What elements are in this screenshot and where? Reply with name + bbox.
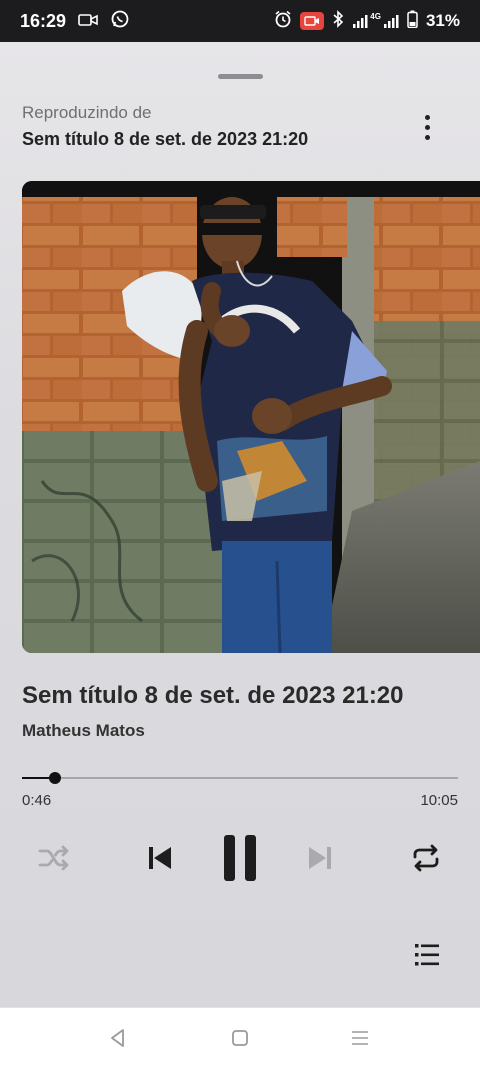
drag-handle[interactable] bbox=[218, 74, 263, 79]
video-call-icon bbox=[78, 11, 98, 32]
recents-icon bbox=[352, 1031, 368, 1045]
album-art-image bbox=[22, 181, 480, 653]
more-options-button[interactable] bbox=[412, 110, 442, 144]
progress-thumb[interactable] bbox=[49, 772, 62, 784]
back-icon bbox=[111, 1029, 124, 1047]
network-type: 4G bbox=[370, 12, 381, 21]
progress-bar[interactable] bbox=[22, 772, 458, 784]
elapsed-time: 0:46 bbox=[22, 792, 52, 809]
queue-list-icon bbox=[415, 944, 439, 966]
pause-button[interactable] bbox=[216, 830, 264, 886]
alarm-icon bbox=[274, 10, 292, 33]
nav-back-button[interactable] bbox=[106, 1026, 130, 1050]
repeat-icon bbox=[413, 844, 439, 872]
nav-home-button[interactable] bbox=[228, 1026, 252, 1050]
system-nav-bar bbox=[0, 1007, 480, 1067]
bluetooth-icon bbox=[332, 9, 344, 33]
skip-previous-icon bbox=[149, 847, 171, 869]
status-time: 16:29 bbox=[20, 10, 67, 31]
shuffle-button[interactable] bbox=[34, 840, 74, 876]
track-artist[interactable]: Matheus Matos bbox=[22, 721, 145, 741]
total-duration: 10:05 bbox=[420, 792, 458, 809]
battery-level: 31% bbox=[425, 11, 460, 30]
skip-next-icon bbox=[309, 847, 331, 869]
album-art bbox=[22, 181, 480, 653]
nav-recents-button[interactable] bbox=[348, 1026, 372, 1050]
previous-button[interactable] bbox=[140, 840, 180, 876]
whatsapp-icon bbox=[110, 9, 130, 34]
queue-button[interactable] bbox=[410, 940, 444, 970]
more-vertical-icon bbox=[424, 114, 430, 120]
playing-from-label: Reproduzindo de bbox=[22, 103, 152, 122]
repeat-button[interactable] bbox=[406, 840, 446, 876]
playing-from-title[interactable]: Sem título 8 de set. de 2023 21:20 bbox=[22, 129, 308, 150]
battery-icon bbox=[407, 10, 418, 33]
status-bar: 16:29 4G 31% bbox=[0, 0, 480, 42]
pause-icon bbox=[224, 835, 256, 881]
track-title: Sem título 8 de set. de 2023 21:20 bbox=[22, 682, 404, 709]
home-icon bbox=[232, 1030, 248, 1046]
now-playing-sheet: Reproduzindo de Sem título 8 de set. de … bbox=[0, 42, 480, 1007]
shuffle-icon bbox=[38, 845, 69, 871]
next-button[interactable] bbox=[300, 840, 340, 876]
signal-icon: 4G bbox=[352, 13, 399, 29]
screen-record-icon bbox=[300, 12, 325, 30]
